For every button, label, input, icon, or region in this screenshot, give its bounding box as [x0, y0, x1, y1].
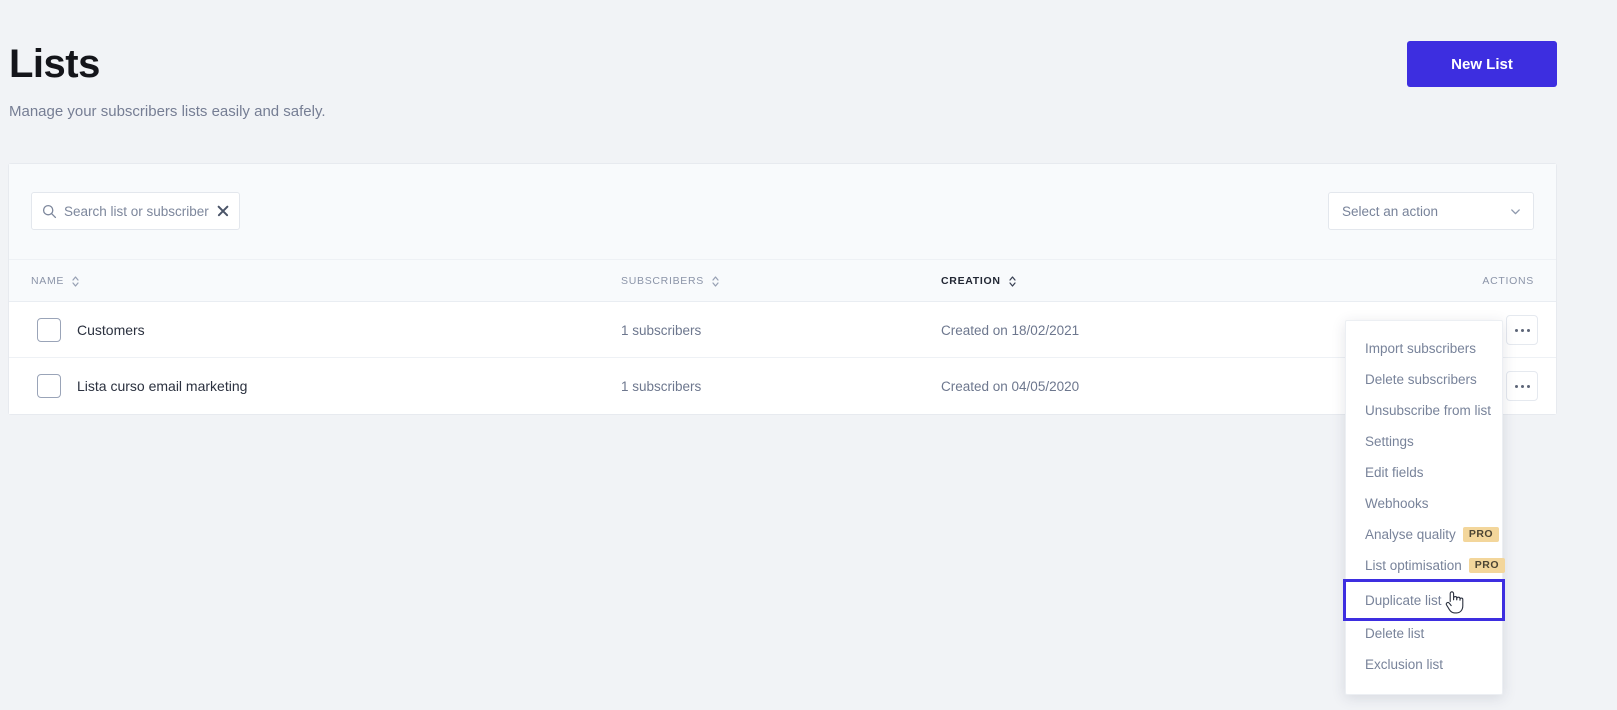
menu-item-label: List optimisation	[1365, 558, 1462, 573]
chevron-down-icon	[1509, 205, 1522, 218]
dot-icon	[1514, 384, 1518, 388]
dot-icon	[1514, 328, 1518, 332]
row-subscribers: 1 subscribers	[621, 322, 702, 338]
column-header-name[interactable]: Name	[31, 260, 80, 302]
new-list-button[interactable]: New List	[1407, 41, 1557, 87]
menu-item-analyse-quality[interactable]: Analyse quality PRO	[1346, 519, 1502, 550]
lists-page: Lists Manage your subscribers lists easi…	[0, 0, 1617, 710]
dot-icon	[1520, 328, 1524, 332]
sort-icon	[712, 275, 719, 287]
menu-item-label: Exclusion list	[1365, 657, 1444, 672]
pro-badge: PRO	[1462, 527, 1500, 542]
menu-item-label: Import subscribers	[1365, 341, 1477, 356]
row-name[interactable]: Lista curso email marketing	[77, 358, 247, 414]
search-input[interactable]	[64, 203, 213, 219]
table-toolbar: Select an action	[9, 164, 1556, 260]
menu-item-label: Duplicate list	[1365, 592, 1442, 608]
table-header-row: Name Subscribers Creation Actions	[9, 260, 1556, 302]
menu-item-delete-list[interactable]: Delete list	[1346, 618, 1502, 649]
table-row[interactable]: Customers 1 subscribers Created on 18/02…	[9, 302, 1556, 358]
menu-item-delete-subscribers[interactable]: Delete subscribers	[1346, 364, 1502, 395]
dot-icon	[1520, 384, 1524, 388]
row-actions-cell	[1506, 358, 1538, 414]
row-created: Created on 04/05/2020	[941, 378, 1080, 394]
lists-card: Select an action Name Subscribers	[8, 163, 1557, 415]
row-checkbox[interactable]	[37, 318, 61, 342]
menu-item-label: Unsubscribe from list	[1365, 403, 1492, 418]
select-an-action-label: Select an action	[1342, 203, 1439, 219]
sort-icon	[72, 275, 79, 287]
column-header-creation[interactable]: Creation	[941, 260, 1017, 302]
dot-icon	[1526, 384, 1530, 388]
menu-item-exclusion-list[interactable]: Exclusion list	[1346, 649, 1502, 680]
page-subtitle: Manage your subscribers lists easily and…	[9, 103, 326, 120]
row-checkbox-cell	[37, 302, 61, 358]
column-header-creation-label: Creation	[941, 275, 1001, 287]
menu-item-label: Delete subscribers	[1365, 372, 1477, 387]
column-header-subscribers[interactable]: Subscribers	[621, 260, 720, 302]
column-header-actions: Actions	[1482, 260, 1534, 302]
menu-item-webhooks[interactable]: Webhooks	[1346, 488, 1502, 519]
table-row[interactable]: Lista curso email marketing 1 subscriber…	[9, 358, 1556, 414]
page-title: Lists	[9, 42, 100, 86]
menu-item-label: Edit fields	[1365, 465, 1424, 480]
sort-icon	[1009, 275, 1016, 287]
column-header-actions-label: Actions	[1482, 275, 1534, 287]
search-field[interactable]	[31, 192, 240, 230]
row-name[interactable]: Customers	[77, 302, 145, 358]
row-checkbox[interactable]	[37, 374, 61, 398]
menu-item-label: Settings	[1365, 434, 1414, 449]
menu-item-edit-fields[interactable]: Edit fields	[1346, 457, 1502, 488]
pro-badge: PRO	[1468, 558, 1506, 573]
row-checkbox-cell	[37, 358, 61, 414]
row-actions-cell	[1506, 302, 1538, 358]
close-icon[interactable]	[215, 203, 231, 219]
row-actions-menu-button[interactable]	[1506, 371, 1538, 401]
menu-item-unsubscribe-from-list[interactable]: Unsubscribe from list	[1346, 395, 1502, 426]
search-icon	[42, 204, 57, 219]
page-header: Lists Manage your subscribers lists easi…	[0, 0, 1617, 150]
row-subscribers: 1 subscribers	[621, 378, 702, 394]
column-header-subscribers-label: Subscribers	[621, 275, 704, 287]
menu-item-list-optimisation[interactable]: List optimisation PRO	[1346, 550, 1506, 581]
dot-icon	[1526, 328, 1530, 332]
menu-item-settings[interactable]: Settings	[1346, 426, 1502, 457]
menu-item-duplicate-list[interactable]: Duplicate list	[1343, 579, 1505, 621]
menu-item-label: Delete list	[1365, 626, 1425, 641]
menu-item-label: Analyse quality	[1365, 527, 1456, 542]
row-actions-menu-button[interactable]	[1506, 315, 1538, 345]
select-an-action-dropdown[interactable]: Select an action	[1328, 192, 1534, 230]
menu-item-label: Webhooks	[1365, 496, 1429, 511]
menu-item-import-subscribers[interactable]: Import subscribers	[1346, 333, 1502, 364]
row-created: Created on 18/02/2021	[941, 322, 1080, 338]
column-header-name-label: Name	[31, 275, 65, 287]
row-actions-dropdown-menu: Import subscribers Delete subscribers Un…	[1343, 320, 1506, 695]
